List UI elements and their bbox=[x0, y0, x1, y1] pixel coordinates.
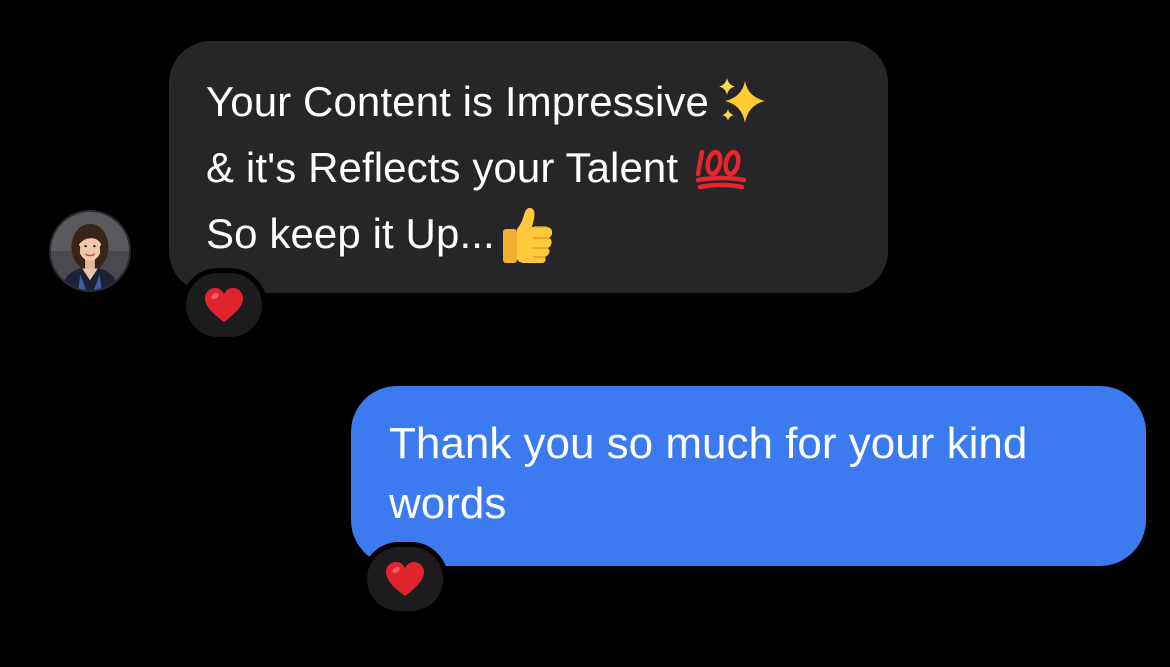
sparkles-icon bbox=[715, 77, 773, 127]
sender-avatar[interactable] bbox=[49, 210, 131, 292]
outgoing-message-bubble[interactable]: Thank you so much for your kind words bbox=[351, 386, 1146, 566]
thumbs-up-icon bbox=[497, 203, 557, 265]
message-line: & it's Reflects your Talent bbox=[206, 135, 852, 201]
message-line: Thank you so much for your kind bbox=[389, 419, 1028, 468]
message-reaction[interactable] bbox=[181, 268, 267, 342]
hundred-points-icon bbox=[694, 146, 750, 190]
message-line: So keep it Up... bbox=[206, 201, 852, 267]
incoming-message-bubble[interactable]: Your Content is Impressive & it's Reflec… bbox=[169, 41, 888, 293]
avatar-photo bbox=[51, 212, 129, 290]
red-heart-icon bbox=[205, 288, 243, 322]
message-text: So keep it Up... bbox=[206, 210, 495, 257]
message-reaction[interactable] bbox=[362, 542, 448, 616]
red-heart-icon bbox=[386, 562, 424, 596]
message-line: Your Content is Impressive bbox=[206, 69, 852, 135]
chat-screen: Your Content is Impressive & it's Reflec… bbox=[0, 0, 1170, 667]
message-text: & it's Reflects your Talent bbox=[206, 144, 679, 191]
message-line: words bbox=[389, 479, 507, 528]
message-text: Your Content is Impressive bbox=[206, 78, 709, 125]
